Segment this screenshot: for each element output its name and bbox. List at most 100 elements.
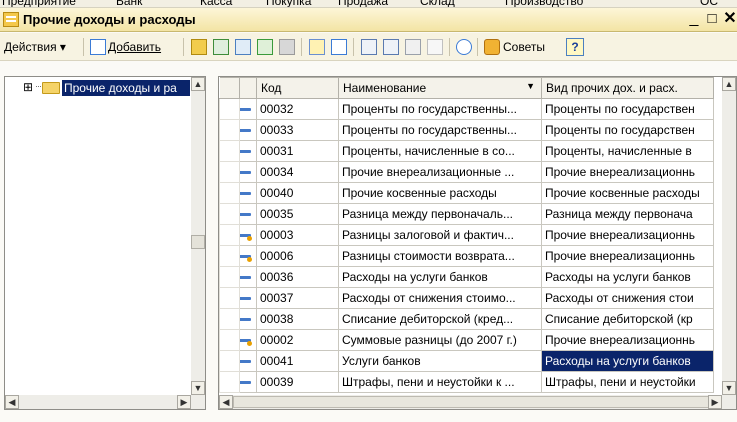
column-header-kind[interactable]: Вид прочих дох. и расх. bbox=[541, 77, 714, 99]
cell-kind[interactable]: Проценты по государствен bbox=[541, 98, 714, 120]
cell-code[interactable]: 00041 bbox=[256, 350, 339, 372]
menu-item-purchase[interactable]: Покупка bbox=[266, 0, 311, 7]
cell-code[interactable]: 00003 bbox=[256, 224, 339, 246]
scroll-left-arrow-icon[interactable]: ◀ bbox=[5, 395, 19, 409]
copy-icon[interactable] bbox=[213, 39, 229, 55]
cell-code[interactable]: 00035 bbox=[256, 203, 339, 225]
cell-kind[interactable]: Проценты, начисленные в bbox=[541, 140, 714, 162]
add-icon[interactable] bbox=[90, 39, 106, 55]
refresh-icon[interactable] bbox=[456, 39, 472, 55]
row-selector[interactable] bbox=[219, 266, 240, 288]
cell-kind[interactable]: Прочие внереализационнь bbox=[541, 245, 714, 267]
cell-name[interactable]: Разницы стоимости возврата... bbox=[338, 245, 542, 267]
tree-root-item[interactable]: Прочие доходы и ра bbox=[62, 80, 190, 96]
delete-icon[interactable] bbox=[279, 39, 295, 55]
cell-code[interactable]: 00038 bbox=[256, 308, 339, 330]
cell-name[interactable]: Расходы от снижения стоимо... bbox=[338, 287, 542, 309]
filter-history-icon[interactable] bbox=[405, 39, 421, 55]
menu-item-cash[interactable]: Касса bbox=[200, 0, 232, 7]
cell-name[interactable]: Проценты по государственны... bbox=[338, 119, 542, 141]
tree-horizontal-scrollbar[interactable]: ◀ ▶ bbox=[5, 395, 205, 409]
menu-item-warehouse[interactable]: Склад bbox=[420, 0, 455, 7]
cell-kind[interactable]: Списание дебиторской (кр bbox=[541, 308, 714, 330]
column-header-name[interactable]: Наименование ▼ bbox=[338, 77, 542, 99]
cell-name[interactable]: Разницы залоговой и фактич... bbox=[338, 224, 542, 246]
scroll-thumb[interactable] bbox=[233, 396, 713, 408]
row-selector[interactable] bbox=[219, 245, 240, 267]
cell-kind[interactable]: Прочие косвенные расходы bbox=[541, 182, 714, 204]
table-vertical-scrollbar[interactable]: ▲ ▼ bbox=[722, 77, 736, 395]
cell-code[interactable]: 00031 bbox=[256, 140, 339, 162]
scroll-thumb[interactable] bbox=[191, 235, 205, 249]
cell-name[interactable]: Проценты по государственны... bbox=[338, 98, 542, 120]
table-row[interactable]: 00033 Проценты по государственны... Процен… bbox=[219, 119, 714, 141]
cell-kind[interactable]: Расходы от снижения стои bbox=[541, 287, 714, 309]
cell-kind[interactable]: Расходы на услуги банков bbox=[541, 266, 714, 288]
cell-name[interactable]: Расходы на услуги банков bbox=[338, 266, 542, 288]
scroll-down-arrow-icon[interactable]: ▼ bbox=[722, 381, 736, 395]
cell-name[interactable]: Проценты, начисленные в со... bbox=[338, 140, 542, 162]
row-selector[interactable] bbox=[219, 224, 240, 246]
table-row[interactable]: 00039 Штрафы, пени и неустойки к ... Штраф… bbox=[219, 371, 714, 393]
items-table[interactable]: Код Наименование ▼ Вид прочих дох. и рас… bbox=[218, 76, 737, 410]
table-row[interactable]: 00036 Расходы на услуги банков Расходы на … bbox=[219, 266, 714, 288]
level-up-icon[interactable] bbox=[331, 39, 347, 55]
cell-code[interactable]: 00006 bbox=[256, 245, 339, 267]
scroll-right-arrow-icon[interactable]: ▶ bbox=[708, 395, 722, 409]
cell-kind[interactable]: Разница между первонача bbox=[541, 203, 714, 225]
table-row[interactable]: 00040 Прочие косвенные расходы Прочие косв… bbox=[219, 182, 714, 204]
edit-icon[interactable] bbox=[235, 39, 251, 55]
cell-name[interactable]: Разница между первоначаль... bbox=[338, 203, 542, 225]
cell-code[interactable]: 00037 bbox=[256, 287, 339, 309]
menu-item-production[interactable]: Производство bbox=[505, 0, 583, 7]
tree-vertical-scrollbar[interactable]: ▲ ▼ bbox=[191, 77, 205, 395]
scroll-right-arrow-icon[interactable]: ▶ bbox=[177, 395, 191, 409]
cell-name[interactable]: Суммовые разницы (до 2007 г.) bbox=[338, 329, 542, 351]
cell-name[interactable]: Штрафы, пени и неустойки к ... bbox=[338, 371, 542, 393]
row-selector[interactable] bbox=[219, 308, 240, 330]
table-row[interactable]: 00041 Услуги банков Расходы на услуги банк… bbox=[219, 350, 714, 372]
row-selector[interactable] bbox=[219, 98, 240, 120]
tips-icon[interactable] bbox=[484, 39, 500, 55]
cell-name[interactable]: Прочие косвенные расходы bbox=[338, 182, 542, 204]
filter-by-value-icon[interactable] bbox=[383, 39, 399, 55]
menu-item-fixed-assets[interactable]: ОС bbox=[700, 0, 718, 7]
table-row[interactable]: 00006 Разницы стоимости возврата... Прочие… bbox=[219, 245, 714, 267]
actions-menu-button[interactable]: Действия ▾ bbox=[4, 36, 66, 58]
cell-name[interactable]: Списание дебиторской (кред... bbox=[338, 308, 542, 330]
cell-code[interactable]: 00039 bbox=[256, 371, 339, 393]
cell-kind[interactable]: Прочие внереализационнь bbox=[541, 161, 714, 183]
scroll-up-arrow-icon[interactable]: ▲ bbox=[722, 77, 736, 91]
expand-icon[interactable]: ⊞ bbox=[23, 81, 33, 93]
menu-item-bank[interactable]: Банк bbox=[116, 0, 142, 7]
close-button[interactable]: ✕ bbox=[722, 10, 737, 28]
row-selector[interactable] bbox=[219, 350, 240, 372]
cell-code[interactable]: 00034 bbox=[256, 161, 339, 183]
row-selector[interactable] bbox=[219, 161, 240, 183]
row-selector[interactable] bbox=[219, 203, 240, 225]
maximize-button[interactable]: □ bbox=[704, 10, 720, 28]
table-horizontal-scrollbar[interactable]: ◀ ▶ bbox=[219, 395, 736, 409]
help-button[interactable]: ? bbox=[566, 38, 584, 56]
add-button[interactable]: Добавить bbox=[108, 36, 161, 58]
table-row[interactable]: 00032 Проценты по государственны... Процен… bbox=[219, 98, 714, 120]
clear-filter-icon[interactable] bbox=[427, 39, 443, 55]
table-row[interactable]: 00037 Расходы от снижения стоимо... Расход… bbox=[219, 287, 714, 309]
column-header-code[interactable]: Код bbox=[256, 77, 339, 99]
row-selector[interactable] bbox=[219, 140, 240, 162]
menu-item-enterprise[interactable]: Предприятие bbox=[2, 0, 76, 7]
cell-kind[interactable]: Штрафы, пени и неустойки bbox=[541, 371, 714, 393]
menu-item-sales[interactable]: Продажа bbox=[338, 0, 388, 7]
table-row[interactable]: 00031 Проценты, начисленные в со... Процен… bbox=[219, 140, 714, 162]
row-selector[interactable] bbox=[219, 182, 240, 204]
row-selector[interactable] bbox=[219, 287, 240, 309]
scroll-down-arrow-icon[interactable]: ▼ bbox=[191, 381, 205, 395]
table-row[interactable]: 00035 Разница между первоначаль... Разница… bbox=[219, 203, 714, 225]
scroll-up-arrow-icon[interactable]: ▲ bbox=[191, 77, 205, 91]
cell-code[interactable]: 00040 bbox=[256, 182, 339, 204]
cell-kind[interactable]: Проценты по государствен bbox=[541, 119, 714, 141]
hierarchy-toggle-icon[interactable] bbox=[309, 39, 325, 55]
add-group-icon[interactable] bbox=[191, 39, 207, 55]
cell-kind[interactable]: Прочие внереализационнь bbox=[541, 224, 714, 246]
cell-code[interactable]: 00033 bbox=[256, 119, 339, 141]
